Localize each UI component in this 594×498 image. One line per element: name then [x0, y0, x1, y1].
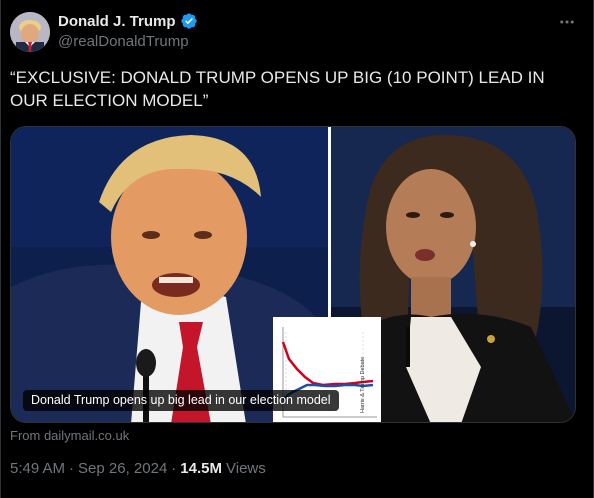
post-meta: 5:49 AM · Sep 26, 2024 · 14.5M Views — [10, 460, 266, 477]
verified-badge-icon[interactable] — [180, 12, 198, 30]
link-card-source[interactable]: From dailymail.co.uk — [10, 428, 129, 443]
inset-chart-label: Harris & Trump Debate — [360, 357, 366, 413]
more-options-button[interactable] — [557, 12, 577, 32]
more-options-icon — [560, 20, 574, 24]
views-label: Views — [226, 460, 266, 477]
avatar[interactable] — [10, 12, 50, 52]
post-container: Donald J. Trump @realDonaldTrump “EXCLUS… — [0, 0, 594, 498]
media-caption: Donald Trump opens up big lead in our el… — [23, 390, 339, 411]
media-image[interactable]: Harris & Trump Debate — [10, 126, 576, 423]
author-handle[interactable]: @realDonaldTrump — [58, 33, 189, 50]
author-name-row: Donald J. Trump — [58, 12, 198, 30]
views-count: 14.5M — [180, 460, 222, 477]
post-date[interactable]: Sep 26, 2024 — [78, 460, 167, 477]
meta-separator: · — [69, 460, 75, 477]
meta-separator-2: · — [171, 460, 177, 477]
post-text: “EXCLUSIVE: DONALD TRUMP OPENS UP BIG (1… — [10, 68, 545, 110]
post-time[interactable]: 5:49 AM — [10, 460, 65, 477]
author-display-name[interactable]: Donald J. Trump — [58, 13, 176, 30]
